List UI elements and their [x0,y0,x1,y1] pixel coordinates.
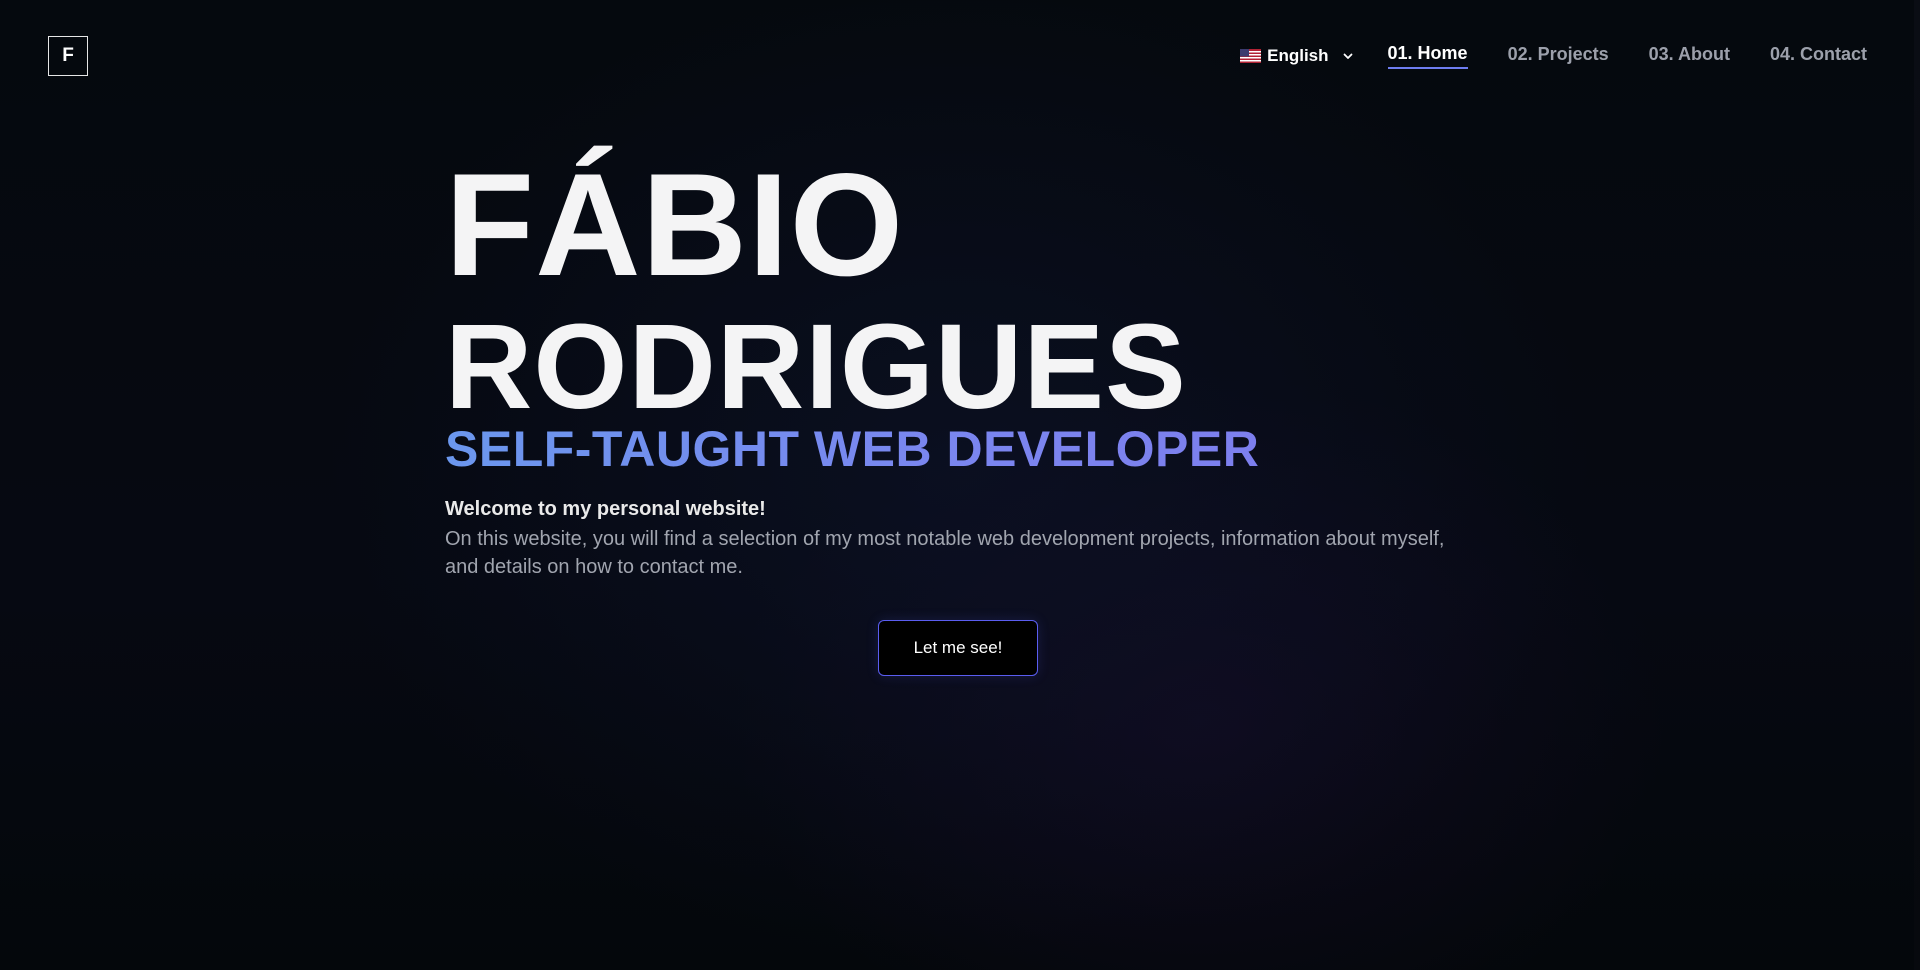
main-nav: English 01. Home 02. Projects 03. About … [1240,40,1867,72]
language-label: English [1267,46,1329,65]
language-selector[interactable]: English [1240,46,1353,66]
scrollbar[interactable] [1914,0,1920,970]
hero-subtitle: SELF-TAUGHT WEB DEVELOPER [445,421,1260,477]
chevron-down-icon [1343,53,1352,59]
welcome-text: Welcome to my personal website! [445,498,766,520]
logo-letter: F [62,45,74,66]
logo-button[interactable]: F [48,36,88,76]
nav-about-link[interactable]: 03. About [1649,44,1730,68]
us-flag-icon [1240,49,1262,63]
nav-projects-link[interactable]: 02. Projects [1508,44,1609,68]
nav-contact-link[interactable]: 04. Contact [1770,44,1867,68]
intro-text: On this website, you will find a selecti… [445,528,1445,578]
hero-last-name: RODRIGUES [445,298,1187,434]
nav-home-link[interactable]: 01. Home [1387,43,1468,69]
hero-first-name: FÁBIO [445,143,905,306]
page: F English 01. Home 02. Projects 03. Abou… [0,0,1920,970]
let-me-see-button[interactable]: Let me see! [878,620,1038,676]
